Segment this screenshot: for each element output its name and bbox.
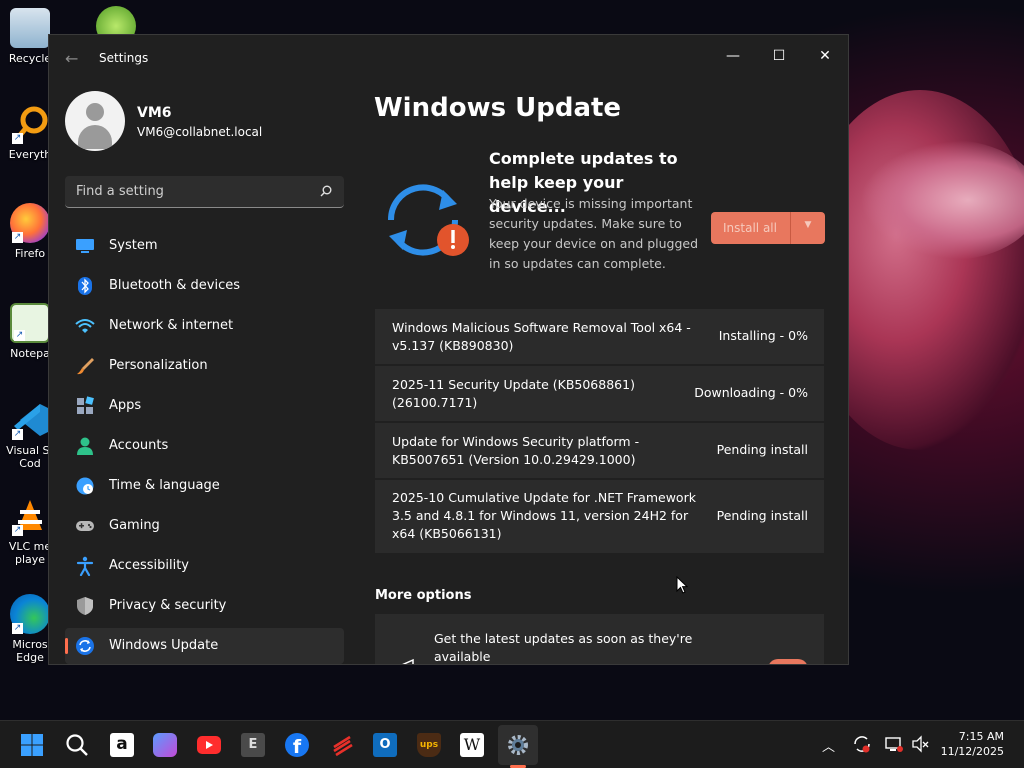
app-icon[interactable] [330, 733, 354, 757]
vscode-icon: ↗ [10, 400, 50, 440]
avatar [65, 91, 125, 151]
start-icon[interactable] [20, 733, 44, 757]
chevron-down-icon[interactable]: ▼ [791, 220, 825, 230]
accounts-icon [77, 437, 93, 455]
window-title: Settings [99, 51, 149, 65]
sidebar-item-accessibility[interactable]: Accessibility [65, 548, 344, 584]
sidebar-item-network[interactable]: Network & internet [65, 308, 344, 344]
close-button[interactable]: ✕ [802, 41, 848, 71]
settings-icon[interactable] [506, 733, 530, 757]
apps-icon [77, 396, 94, 414]
update-row[interactable]: Update for Windows Security platform - K… [375, 423, 824, 478]
brush-icon [77, 358, 94, 375]
minimize-button[interactable]: — [710, 41, 756, 71]
user-email: VM6@collabnet.local [137, 125, 263, 139]
sidebar-item-apps[interactable]: Apps [65, 388, 344, 424]
update-row[interactable]: 2025-11 Security Update (KB5068861) (261… [375, 366, 824, 421]
epic-icon[interactable]: E [241, 733, 265, 757]
title-bar: ← Settings — ☐ ✕ [49, 35, 848, 81]
search-icon [320, 185, 332, 197]
shortcut-arrow-icon: ↗ [12, 525, 23, 536]
wikipedia-icon[interactable]: W [460, 733, 484, 757]
wifi-icon [75, 319, 95, 333]
update-row[interactable]: 2025-10 Cumulative Update for .NET Frame… [375, 480, 824, 553]
update-status: Downloading - 0% [694, 385, 808, 400]
search-icon[interactable] [65, 733, 89, 757]
sidebar-item-personalization[interactable]: Personalization [65, 348, 344, 384]
update-status-description: Your device is missing important securit… [489, 196, 699, 271]
back-arrow-icon[interactable]: ← [65, 49, 78, 68]
windows-update-icon [76, 637, 94, 655]
page-title: Windows Update [374, 93, 622, 123]
maximize-button[interactable]: ☐ [756, 41, 802, 71]
bluetooth-icon [78, 277, 92, 295]
more-options-heading: More options [375, 588, 472, 603]
sidebar-item-windows-update[interactable]: Windows Update [65, 628, 344, 664]
shortcut-arrow-icon: ↗ [14, 330, 25, 341]
shortcut-arrow-icon: ↗ [12, 429, 23, 440]
taskbar: a E f O ups W ︿ 7:15 AM 11/12/2025 [0, 720, 1024, 768]
update-status: Installing - 0% [718, 328, 808, 343]
outlook-icon[interactable]: O [373, 733, 397, 757]
sync-warning-icon [387, 184, 469, 256]
get-latest-updates-card[interactable]: Get the latest updates as soon as they'r… [375, 614, 824, 664]
recycle-bin-icon [10, 8, 50, 48]
update-name: 2025-11 Security Update (KB5068861) (261… [392, 377, 635, 410]
youtube-icon[interactable] [197, 736, 221, 754]
clock-time: 7:15 AM [958, 730, 1004, 743]
update-name: Update for Windows Security platform - K… [392, 434, 640, 467]
sidebar-item-accounts[interactable]: Accounts [65, 428, 344, 464]
chevron-up-icon[interactable]: ︿ [822, 736, 835, 755]
update-status: Pending install [716, 442, 808, 457]
install-all-label: Install all [723, 221, 777, 235]
clock-date: 11/12/2025 [940, 745, 1004, 758]
gamepad-icon [76, 521, 94, 531]
update-name: 2025-10 Cumulative Update for .NET Frame… [392, 490, 696, 541]
amazon-icon[interactable]: a [110, 733, 134, 757]
update-row[interactable]: Windows Malicious Software Removal Tool … [375, 309, 824, 364]
sync-alert-icon[interactable] [852, 734, 872, 754]
search-input[interactable]: Find a setting [65, 176, 344, 208]
notepad-icon: ↗ [10, 303, 50, 343]
get-latest-updates-label: Get the latest updates as soon as they'r… [434, 631, 693, 664]
search-placeholder: Find a setting [76, 184, 164, 199]
volume-muted-icon[interactable] [910, 734, 930, 754]
system-clock[interactable]: 7:15 AM 11/12/2025 [941, 729, 1004, 759]
update-name: Windows Malicious Software Removal Tool … [392, 320, 691, 353]
shortcut-arrow-icon: ↗ [12, 232, 23, 243]
sidebar-nav: System Bluetooth & devices Network & int… [65, 228, 344, 664]
get-latest-updates-toggle[interactable] [768, 659, 808, 664]
update-status: Pending install [716, 508, 808, 523]
network-icon[interactable] [884, 734, 904, 754]
facebook-icon[interactable]: f [285, 733, 309, 758]
accessibility-icon [76, 556, 94, 576]
globe-clock-icon [76, 477, 94, 495]
sidebar-item-time-language[interactable]: Time & language [65, 468, 344, 504]
ups-icon[interactable]: ups [417, 733, 441, 757]
shortcut-arrow-icon: ↗ [12, 623, 23, 634]
mouse-cursor-icon [676, 576, 688, 594]
shortcut-arrow-icon: ↗ [12, 133, 23, 144]
sidebar-item-system[interactable]: System [65, 228, 344, 264]
user-name: VM6 [137, 105, 172, 121]
vlc-icon: ↗ [10, 496, 50, 536]
update-list: Windows Malicious Software Removal Tool … [375, 309, 824, 555]
edge-icon: ↗ [10, 594, 50, 634]
everything-search-icon: ↗ [10, 104, 50, 144]
sidebar-item-bluetooth[interactable]: Bluetooth & devices [65, 268, 344, 304]
sidebar-item-privacy-security[interactable]: Privacy & security [65, 588, 344, 624]
shield-icon [77, 597, 93, 615]
firefox-icon: ↗ [10, 203, 50, 243]
sidebar-item-gaming[interactable]: Gaming [65, 508, 344, 544]
install-all-button[interactable]: Install all ▼ [711, 212, 825, 244]
system-icon [76, 239, 94, 253]
megaphone-icon [402, 658, 414, 664]
settings-window: ← Settings — ☐ ✕ VM6 VM6@collabnet.local… [48, 34, 849, 665]
copilot-icon[interactable] [153, 733, 177, 757]
